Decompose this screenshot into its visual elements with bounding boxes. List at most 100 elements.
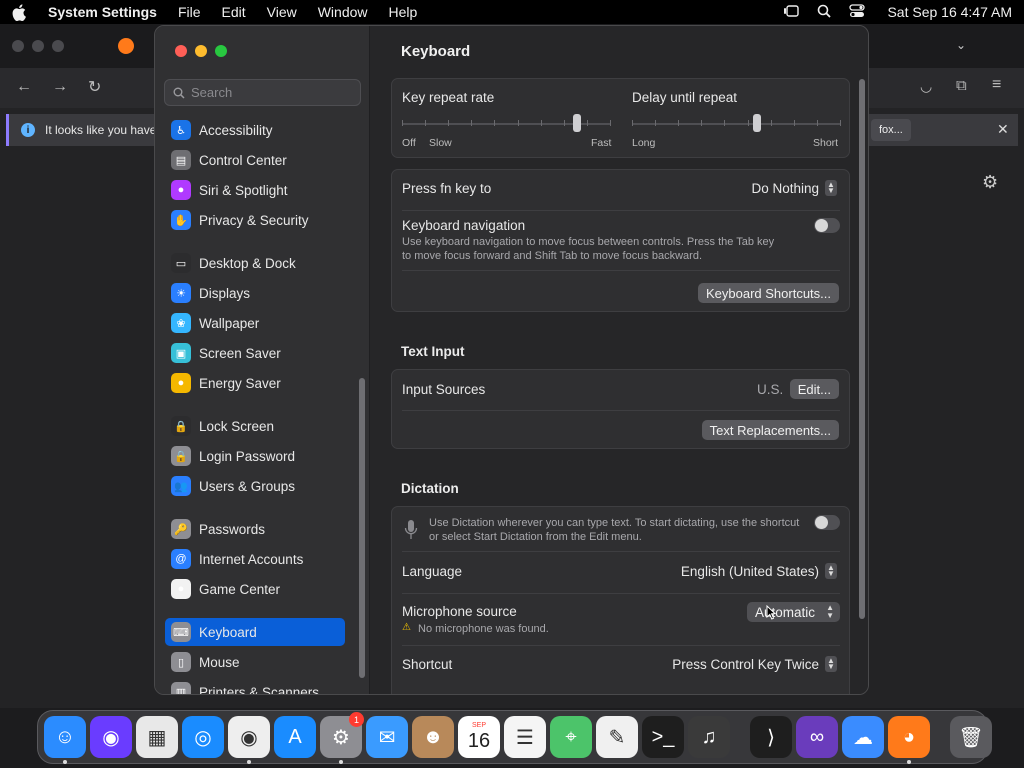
delay-slider-knob[interactable] — [753, 114, 761, 132]
delay-long-label: Long — [632, 137, 656, 149]
calendar-month: SEP — [471, 722, 486, 729]
dictation-title: Dictation — [401, 481, 459, 496]
dock-finder[interactable]: ☺ — [44, 716, 86, 764]
dock-mail[interactable]: ✉ — [366, 716, 408, 758]
key-repeat-off-label: Off — [402, 137, 416, 149]
pocket-icon[interactable]: ◡ — [920, 78, 932, 95]
sidebar-item-login-password[interactable]: 🔒 Login Password — [165, 442, 345, 470]
forward-icon[interactable]: → — [52, 78, 68, 96]
spotlight-search-icon[interactable] — [817, 4, 832, 21]
sidebar-item-control-center[interactable]: ▤ Control Center — [165, 146, 345, 174]
tab-list-chevron-icon[interactable]: ⌄ — [956, 38, 966, 52]
microphone-source-popup[interactable]: Automatic ▲ ▼ — [747, 602, 840, 622]
notice-close-icon[interactable]: ✕ — [997, 121, 1009, 138]
system-settings-window: ♿ Accessibility ▤ Control Center ● Siri & Spo… — [154, 25, 869, 695]
text-replacements-button[interactable]: Text Replacements... — [701, 420, 839, 440]
page-title: Keyboard — [401, 43, 471, 60]
dock-visual-studio[interactable]: ∞ — [796, 716, 838, 758]
dock-garageband[interactable]: ♫ — [688, 716, 730, 758]
dock-app-store[interactable]: A — [274, 716, 316, 758]
dock-calendar[interactable]: SEP 16 — [458, 716, 500, 758]
key-repeat-slider-knob[interactable] — [573, 114, 581, 132]
gear-icon[interactable]: ⚙ — [982, 172, 998, 193]
keyboard-shortcuts-button[interactable]: Keyboard Shortcuts... — [697, 283, 839, 303]
extensions-icon[interactable]: ⧉ — [956, 77, 967, 94]
search-input[interactable] — [191, 85, 351, 100]
menu-app-name[interactable]: System Settings — [48, 4, 157, 20]
firefox-tab-icon[interactable] — [118, 38, 134, 54]
hamburger-menu-icon[interactable]: ≡ — [992, 76, 1001, 94]
dock-textedit[interactable]: ✎ — [596, 716, 638, 758]
keyboard-navigation-toggle[interactable] — [814, 218, 840, 233]
shortcut-popup[interactable]: Press Control Key Twice ▲ ▼ — [672, 656, 837, 672]
sidebar-item-accessibility[interactable]: ♿ Accessibility — [165, 116, 345, 144]
firefox-icon: ◕ — [902, 725, 916, 748]
dock-launchpad[interactable]: ▦ — [136, 716, 178, 758]
delay-slider[interactable] — [632, 123, 840, 125]
dock-maps[interactable]: ⌖ — [550, 716, 592, 758]
slider-tick — [518, 120, 519, 126]
dock-system-settings[interactable]: ⚙ 1 — [320, 712, 364, 764]
dictation-toggle[interactable] — [814, 515, 840, 530]
sidebar-item-mouse[interactable]: ▯ Mouse — [165, 648, 345, 676]
menu-file[interactable]: File — [178, 4, 201, 20]
zoom-button[interactable] — [215, 45, 227, 57]
sidebar-item-passwords[interactable]: 🔑 Passwords — [165, 515, 345, 543]
menu-view[interactable]: View — [267, 4, 297, 20]
menu-clock[interactable]: Sat Sep 16 4:47 AM — [887, 4, 1012, 20]
mouse-icon: ▯ — [171, 652, 191, 672]
up-down-chevron-icon: ▲ ▼ — [826, 603, 834, 620]
weather-icon: ☁ — [853, 726, 873, 749]
dock-terminal[interactable]: >_ — [642, 716, 684, 758]
sidebar-item-lock-screen[interactable]: 🔒 Lock Screen — [165, 412, 345, 440]
sidebar-item-energy-saver[interactable]: ● Energy Saver — [165, 369, 345, 397]
back-icon[interactable]: ← — [16, 78, 32, 96]
dock-safari[interactable]: ◎ — [182, 716, 224, 758]
reload-icon[interactable]: ↻ — [88, 77, 101, 97]
sidebar-item-game-center[interactable]: ● Game Center — [165, 575, 345, 603]
dock-siri[interactable]: ◉ — [90, 716, 132, 758]
search-icon — [173, 87, 185, 99]
sidebar-item-wallpaper[interactable]: ❀ Wallpaper — [165, 309, 345, 337]
language-popup[interactable]: English (United States) ▲ ▼ — [681, 563, 837, 579]
siri-icon: ◉ — [102, 726, 120, 749]
dock-firefox[interactable]: ◕ — [888, 716, 930, 764]
sidebar-item-label: Users & Groups — [199, 478, 296, 494]
sidebar-item-keyboard[interactable]: ⌨ Keyboard — [165, 618, 345, 646]
keyboard-icon: ⌨ — [171, 622, 191, 642]
fn-key-popup[interactable]: Do Nothing ▲ ▼ — [751, 180, 837, 196]
slider-tick — [678, 120, 679, 126]
dock-reminders[interactable]: ☰ — [504, 716, 546, 758]
window-controls — [175, 45, 227, 57]
dock-chrome[interactable]: ◉ — [228, 716, 270, 764]
sidebar-scrollbar[interactable] — [359, 378, 365, 678]
sidebar-item-label: Displays — [199, 285, 251, 301]
dock-contacts[interactable]: ☻ — [412, 716, 454, 758]
dock-trash[interactable]: 🗑 — [950, 716, 992, 758]
sidebar-item-siri-spotlight[interactable]: ● Siri & Spotlight — [165, 176, 345, 204]
content-scrollbar[interactable] — [859, 79, 865, 619]
menu-help[interactable]: Help — [389, 4, 418, 20]
sidebar-item-displays[interactable]: ☀ Displays — [165, 279, 345, 307]
sidebar-item-screen-saver[interactable]: ▣ Screen Saver — [165, 339, 345, 367]
notice-text: It looks like you have — [45, 123, 157, 137]
notice-button[interactable]: fox... — [871, 119, 911, 141]
edit-input-sources-button[interactable]: Edit... — [789, 379, 839, 399]
sidebar-item-desktop-dock[interactable]: ▭ Desktop & Dock — [165, 249, 345, 277]
sidebar-item-privacy-security[interactable]: ✋ Privacy & Security — [165, 206, 345, 234]
menu-window[interactable]: Window — [318, 4, 368, 20]
sidebar-item-printers-scanners[interactable]: ▥ Printers & Scanners — [165, 678, 345, 694]
search-field[interactable] — [164, 79, 361, 106]
dock-weather[interactable]: ☁ — [842, 716, 884, 758]
dock-vscode[interactable]: ⟩ — [750, 716, 792, 758]
sidebar-item-internet-accounts[interactable]: @ Internet Accounts — [165, 545, 345, 573]
sidebar-item-users-groups[interactable]: 👥 Users & Groups — [165, 472, 345, 500]
control-center-icon[interactable] — [849, 3, 866, 21]
apple-menu-icon[interactable] — [12, 3, 30, 21]
close-button[interactable] — [175, 45, 187, 57]
minimize-button[interactable] — [195, 45, 207, 57]
stage-manager-icon[interactable] — [783, 4, 800, 21]
menu-edit[interactable]: Edit — [222, 4, 246, 20]
fn-key-value: Do Nothing — [751, 180, 819, 196]
displays-icon: ☀ — [171, 283, 191, 303]
